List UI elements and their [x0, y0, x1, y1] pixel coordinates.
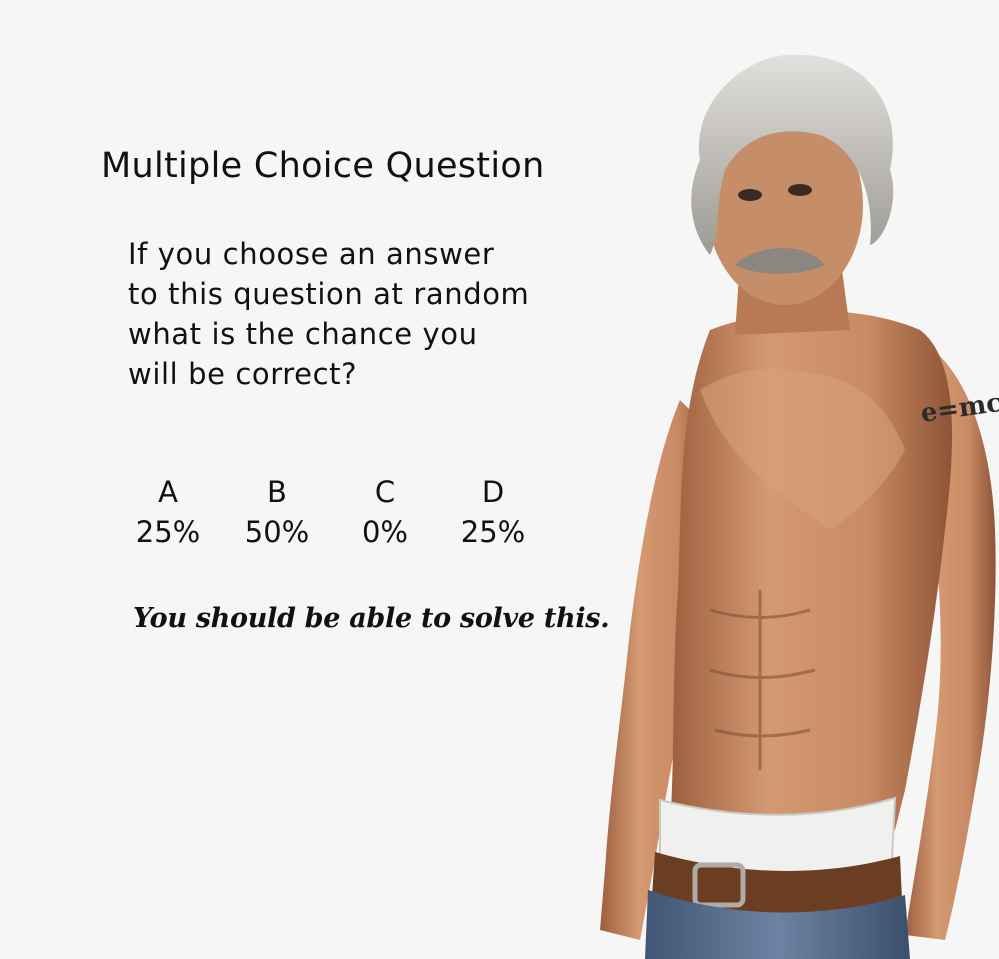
question-line: what is the chance you	[128, 317, 478, 351]
left-eye	[738, 189, 762, 201]
option-letter: B	[267, 475, 287, 509]
hint-text: You should be able to solve this.	[133, 603, 610, 634]
option-letter: C	[374, 475, 396, 509]
page-title: Multiple Choice Question	[101, 146, 545, 186]
option-d: D 25%	[438, 472, 548, 552]
option-letter: D	[481, 475, 505, 509]
option-value: 25%	[460, 515, 526, 549]
option-b: B 50%	[222, 472, 332, 552]
option-value: 25%	[135, 515, 201, 549]
option-a: A 25%	[113, 472, 223, 552]
question-line: If you choose an answer	[128, 237, 495, 271]
option-value: 50%	[244, 515, 310, 549]
muscular-man-photo: e=mc²	[560, 30, 999, 959]
question-text: If you choose an answer to this question…	[128, 234, 529, 394]
option-c: C 0%	[330, 472, 440, 552]
question-line: to this question at random	[128, 277, 530, 311]
option-letter: A	[158, 475, 178, 509]
figure-illustration: e=mc²	[600, 54, 999, 959]
option-value: 0%	[361, 515, 408, 549]
question-line: will be correct?	[128, 357, 358, 391]
right-eye	[788, 184, 812, 196]
